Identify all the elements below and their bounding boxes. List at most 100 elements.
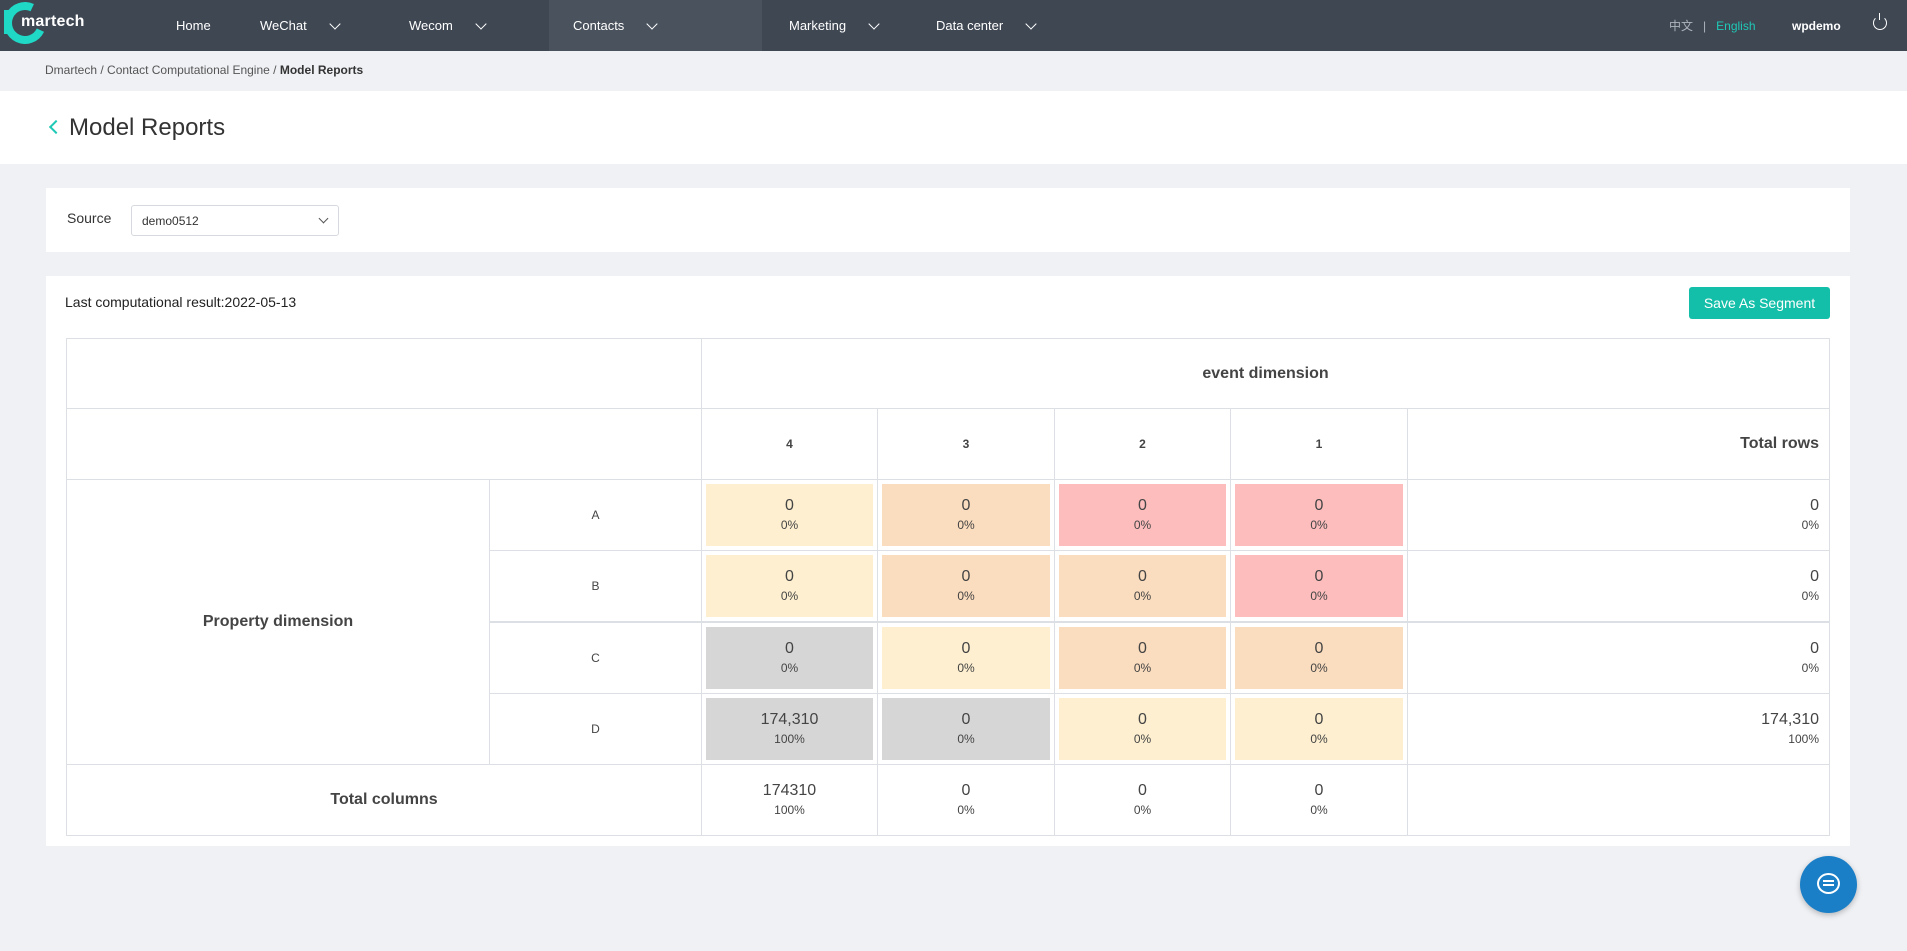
event-dimension-header: event dimension bbox=[701, 338, 1830, 409]
cell-count: 0 bbox=[1138, 711, 1147, 728]
matrix-cell: 0 0% bbox=[1054, 479, 1231, 551]
cell-count: 0 bbox=[1810, 568, 1819, 585]
heat-cell[interactable]: 0 0% bbox=[882, 484, 1050, 546]
cell-count: 0 bbox=[961, 568, 971, 585]
top-navbar: martech Home WeChat Wecom Contacts Marke… bbox=[0, 0, 1907, 51]
heat-cell[interactable]: 0 0% bbox=[882, 555, 1050, 617]
page-title: Model Reports bbox=[69, 114, 226, 141]
user-name[interactable]: wpdemo bbox=[1792, 19, 1841, 33]
breadcrumb: Dmartech / Contact Computational Engine … bbox=[45, 63, 364, 77]
nav-item-home[interactable]: Home bbox=[176, 0, 211, 51]
cell-count: 0 bbox=[785, 640, 794, 657]
lang-chinese-link[interactable]: 中文 bbox=[1669, 17, 1693, 34]
lang-english-link[interactable]: English bbox=[1716, 19, 1755, 33]
cell-percent: 0% bbox=[1133, 589, 1152, 603]
source-select[interactable]: demo0512 bbox=[131, 205, 339, 236]
model-report-table: event dimension 4 3 2 1 Total rows Prope… bbox=[66, 338, 1830, 836]
matrix-cell: 0 0% bbox=[1230, 693, 1408, 765]
matrix-cell: 0 0% bbox=[1230, 550, 1408, 622]
grand-total-empty bbox=[1407, 764, 1830, 836]
heat-cell[interactable]: 0 0% bbox=[1059, 698, 1226, 760]
column-total: 174310 100% bbox=[701, 764, 878, 836]
row-total: 0 0% bbox=[1407, 622, 1830, 694]
cell-count: 0 bbox=[785, 497, 794, 514]
table-corner-bottom bbox=[66, 408, 702, 480]
heat-cell[interactable]: 0 0% bbox=[1235, 627, 1403, 689]
heat-cell[interactable]: 0 0% bbox=[1235, 698, 1403, 760]
nav-label: Marketing bbox=[789, 18, 847, 33]
heat-cell[interactable]: 0 0% bbox=[1059, 484, 1226, 546]
cell-percent: 0% bbox=[957, 518, 975, 532]
cell-percent: 0% bbox=[957, 803, 975, 817]
breadcrumb-item-dmartech[interactable]: Dmartech bbox=[45, 63, 97, 77]
chevron-down-icon bbox=[646, 17, 658, 30]
cell-percent: 100% bbox=[774, 803, 805, 817]
heat-cell[interactable]: 0 0% bbox=[1235, 555, 1403, 617]
column-header: 4 bbox=[701, 408, 878, 480]
chevron-down-icon bbox=[868, 17, 880, 30]
matrix-cell: 0 0% bbox=[701, 550, 878, 622]
column-total: 0 0% bbox=[1230, 764, 1408, 836]
heat-cell[interactable]: 0 0% bbox=[706, 627, 873, 689]
heat-cell[interactable]: 0 0% bbox=[882, 627, 1050, 689]
matrix-cell: 0 0% bbox=[1230, 479, 1408, 551]
cell-count: 0 bbox=[1314, 711, 1324, 728]
heat-cell[interactable]: 174,310 100% bbox=[706, 698, 873, 760]
cell-percent: 0% bbox=[1310, 589, 1328, 603]
heat-cell[interactable]: 0 0% bbox=[882, 698, 1050, 760]
heat-cell[interactable]: 0 0% bbox=[706, 484, 873, 546]
cell-percent: 0% bbox=[957, 732, 975, 746]
nav-label: Wecom bbox=[409, 18, 453, 33]
save-as-segment-button[interactable]: Save As Segment bbox=[1689, 287, 1830, 319]
heat-cell[interactable]: 0 0% bbox=[706, 555, 873, 617]
chevron-down-icon bbox=[318, 213, 329, 224]
heat-cell[interactable]: 0 0% bbox=[1059, 627, 1226, 689]
cell-percent: 0% bbox=[957, 661, 975, 675]
row-label: A bbox=[489, 479, 702, 551]
row-total: 0 0% bbox=[1407, 479, 1830, 551]
chevron-down-icon bbox=[329, 17, 341, 30]
chat-support-button[interactable] bbox=[1800, 856, 1857, 913]
cell-count: 174310 bbox=[762, 782, 817, 799]
nav-item-marketing[interactable]: Marketing bbox=[789, 0, 880, 51]
cell-count: 0 bbox=[1138, 497, 1147, 514]
nav-item-wecom[interactable]: Wecom bbox=[409, 0, 487, 51]
cell-percent: 0% bbox=[1133, 803, 1152, 817]
nav-label: WeChat bbox=[260, 18, 307, 33]
cell-percent: 0% bbox=[780, 518, 799, 532]
matrix-cell: 0 0% bbox=[701, 479, 878, 551]
nav-item-wechat[interactable]: WeChat bbox=[260, 0, 341, 51]
cell-percent: 0% bbox=[1310, 518, 1328, 532]
column-total: 0 0% bbox=[1054, 764, 1231, 836]
cell-count: 0 bbox=[1810, 497, 1819, 514]
matrix-cell: 0 0% bbox=[877, 622, 1055, 694]
dmartech-logo[interactable]: martech bbox=[0, 0, 90, 50]
matrix-cell: 0 0% bbox=[701, 622, 878, 694]
cell-percent: 100% bbox=[774, 732, 805, 746]
total-columns-header: Total columns bbox=[66, 764, 702, 836]
breadcrumb-current: Model Reports bbox=[279, 63, 364, 77]
cell-percent: 0% bbox=[780, 589, 799, 603]
logo-text: martech bbox=[21, 13, 85, 30]
cell-count: 0 bbox=[961, 497, 971, 514]
power-icon[interactable] bbox=[1873, 13, 1887, 30]
nav-item-contacts[interactable]: Contacts bbox=[549, 0, 762, 51]
column-header: 1 bbox=[1230, 408, 1408, 480]
title-bar bbox=[0, 91, 1907, 164]
heat-cell[interactable]: 0 0% bbox=[1235, 484, 1403, 546]
nav-item-data-center[interactable]: Data center bbox=[936, 0, 1037, 51]
matrix-cell: 0 0% bbox=[1054, 622, 1231, 694]
cell-percent: 0% bbox=[1801, 589, 1819, 603]
property-dimension-header: Property dimension bbox=[66, 479, 490, 765]
cell-count: 0 bbox=[1314, 640, 1324, 657]
cell-count: 0 bbox=[1810, 640, 1819, 657]
chat-bubble-icon bbox=[1817, 873, 1840, 894]
column-header: 3 bbox=[877, 408, 1055, 480]
cell-percent: 0% bbox=[1801, 518, 1819, 532]
total-rows-header: Total rows bbox=[1407, 408, 1830, 480]
cell-count: 0 bbox=[1314, 568, 1324, 585]
heat-cell[interactable]: 0 0% bbox=[1059, 555, 1226, 617]
column-total: 0 0% bbox=[877, 764, 1055, 836]
cell-count: 0 bbox=[1138, 640, 1147, 657]
breadcrumb-item-engine[interactable]: Contact Computational Engine bbox=[107, 63, 270, 77]
